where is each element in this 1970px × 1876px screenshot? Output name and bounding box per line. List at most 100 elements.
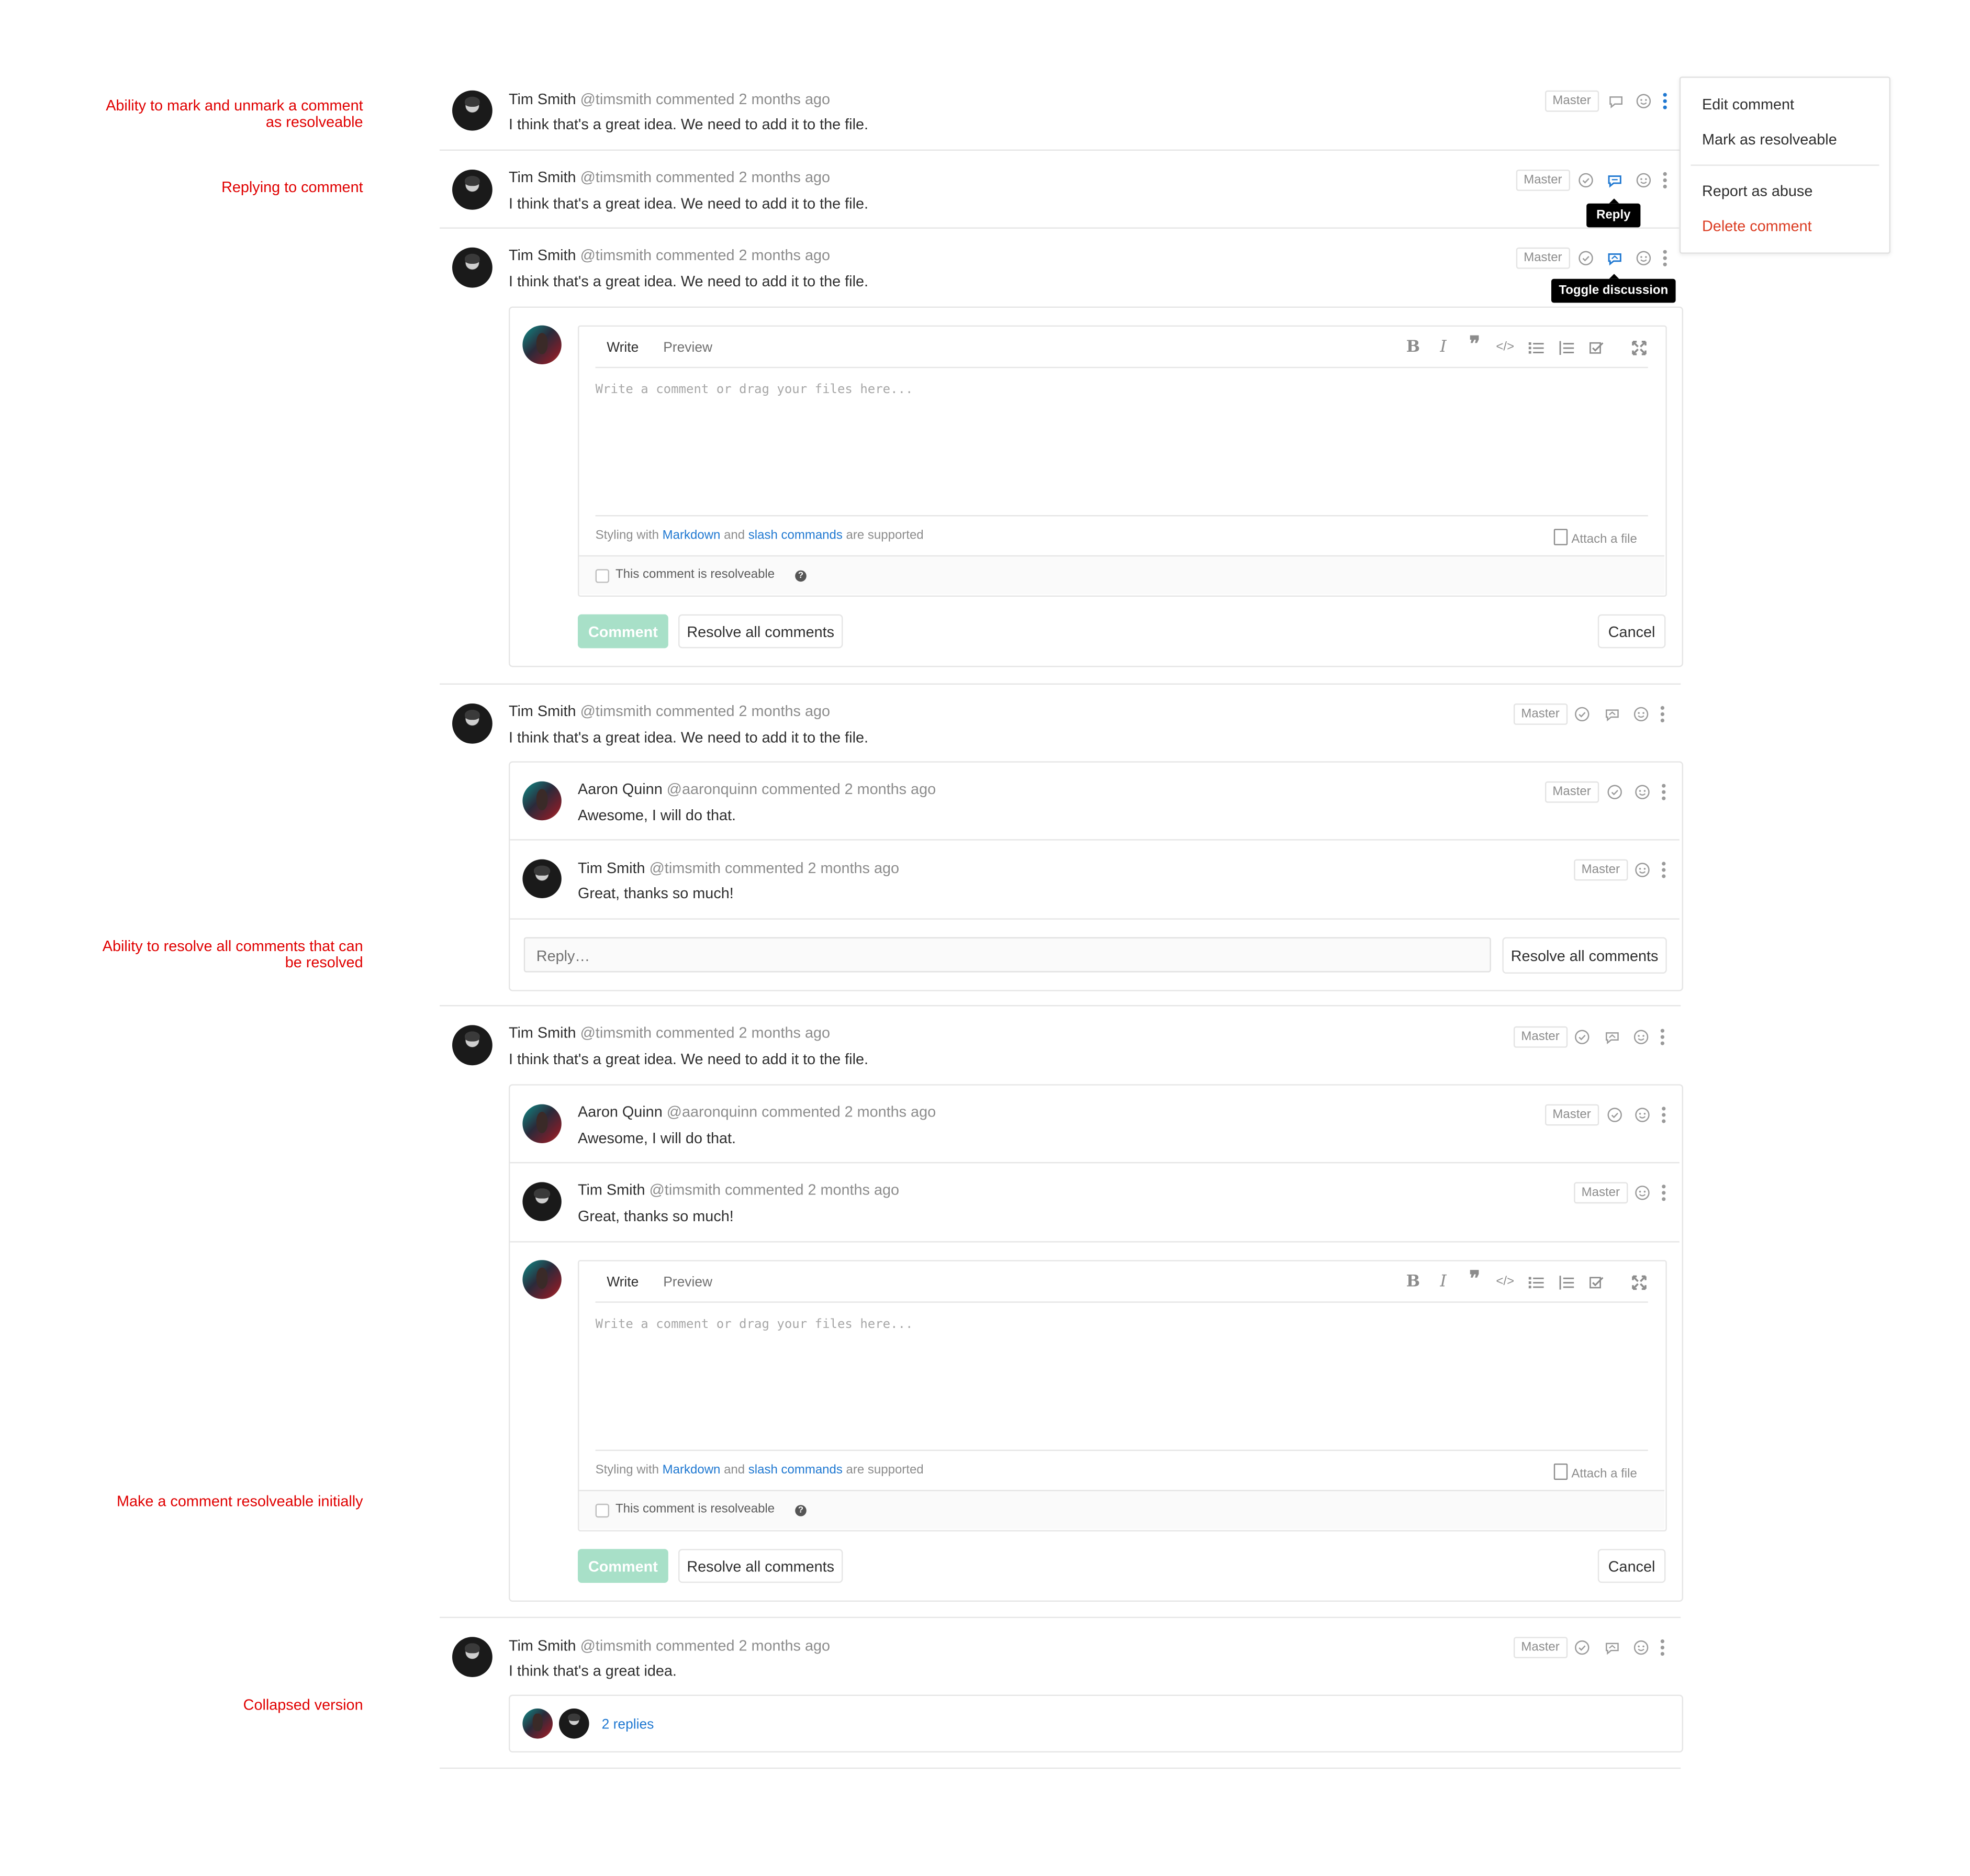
author-name[interactable]: Aaron Quinn bbox=[578, 780, 663, 798]
menu-report-abuse[interactable]: Report as abuse bbox=[1702, 182, 1812, 200]
cancel-button[interactable]: Cancel bbox=[1597, 614, 1666, 649]
slash-commands-link[interactable]: slash commands bbox=[748, 1464, 843, 1477]
toggle-discussion-icon[interactable] bbox=[1604, 706, 1620, 722]
resolve-check-icon[interactable] bbox=[1577, 250, 1594, 266]
more-actions-icon[interactable] bbox=[1662, 250, 1667, 266]
emoji-icon[interactable] bbox=[1636, 172, 1652, 188]
more-actions-icon[interactable] bbox=[1661, 862, 1666, 878]
avatar[interactable] bbox=[452, 1025, 492, 1066]
quote-icon[interactable]: ❞ bbox=[1466, 1269, 1484, 1289]
numbered-list-icon[interactable] bbox=[1558, 339, 1575, 357]
comment-textarea[interactable]: Write a comment or drag your files here.… bbox=[596, 1318, 913, 1332]
author-name[interactable]: Tim Smith bbox=[509, 91, 576, 108]
resolve-all-button[interactable]: Resolve all comments bbox=[678, 1549, 843, 1583]
more-actions-icon[interactable] bbox=[1661, 1185, 1666, 1201]
more-actions-icon[interactable] bbox=[1662, 93, 1667, 109]
more-actions-icon[interactable] bbox=[1659, 706, 1664, 722]
emoji-icon[interactable] bbox=[1636, 250, 1652, 266]
toggle-discussion-icon[interactable] bbox=[1604, 1639, 1620, 1656]
fullscreen-icon[interactable] bbox=[1630, 1274, 1648, 1292]
emoji-icon[interactable] bbox=[1634, 784, 1650, 800]
resolve-check-icon[interactable] bbox=[1574, 1029, 1590, 1045]
resolve-check-icon[interactable] bbox=[1574, 1639, 1590, 1656]
resolve-all-button[interactable]: Resolve all comments bbox=[1502, 937, 1667, 974]
menu-edit-comment[interactable]: Edit comment bbox=[1702, 95, 1794, 113]
author-name[interactable]: Aaron Quinn bbox=[578, 1103, 663, 1121]
tab-preview[interactable]: Preview bbox=[663, 1275, 712, 1291]
author-name[interactable]: Tim Smith bbox=[509, 1024, 576, 1042]
bullet-list-icon[interactable] bbox=[1527, 339, 1545, 357]
avatar[interactable] bbox=[522, 1260, 562, 1299]
emoji-icon[interactable] bbox=[1636, 93, 1652, 109]
resolveable-checkbox[interactable] bbox=[595, 1503, 609, 1518]
more-actions-icon[interactable] bbox=[1661, 784, 1666, 800]
avatar[interactable] bbox=[452, 704, 492, 744]
collapsed-replies[interactable] bbox=[509, 1694, 1684, 1753]
tab-write[interactable]: Write bbox=[607, 340, 639, 356]
resolve-check-icon[interactable] bbox=[1574, 706, 1590, 722]
emoji-icon[interactable] bbox=[1634, 1185, 1650, 1201]
avatar[interactable] bbox=[452, 90, 492, 131]
toggle-discussion-icon[interactable] bbox=[1604, 1029, 1620, 1045]
emoji-icon[interactable] bbox=[1634, 1107, 1650, 1123]
task-list-icon[interactable] bbox=[1588, 339, 1606, 357]
quote-icon[interactable]: ❞ bbox=[1466, 335, 1484, 355]
resolveable-checkbox[interactable] bbox=[595, 569, 609, 583]
italic-icon[interactable]: I bbox=[1435, 1273, 1452, 1292]
more-actions-icon[interactable] bbox=[1659, 1639, 1664, 1656]
author-name[interactable]: Tim Smith bbox=[578, 859, 645, 877]
author-name[interactable]: Tim Smith bbox=[509, 1637, 576, 1655]
author-name[interactable]: Tim Smith bbox=[578, 1181, 645, 1199]
comment-textarea[interactable]: Write a comment or drag your files here.… bbox=[596, 383, 913, 397]
comment-button[interactable]: Comment bbox=[578, 1549, 668, 1583]
code-icon[interactable]: </> bbox=[1496, 1274, 1514, 1292]
emoji-icon[interactable] bbox=[1633, 1639, 1649, 1656]
avatar[interactable] bbox=[452, 170, 492, 210]
fullscreen-icon[interactable] bbox=[1630, 339, 1648, 357]
help-icon[interactable]: ? bbox=[795, 570, 807, 582]
avatar[interactable] bbox=[452, 247, 492, 288]
avatar[interactable] bbox=[452, 1637, 492, 1678]
help-icon[interactable]: ? bbox=[795, 1505, 807, 1516]
toggle-discussion-icon[interactable] bbox=[1607, 250, 1623, 266]
reply-icon[interactable] bbox=[1608, 93, 1624, 109]
bullet-list-icon[interactable] bbox=[1527, 1274, 1545, 1292]
emoji-icon[interactable] bbox=[1633, 1029, 1649, 1045]
author-name[interactable]: Tim Smith bbox=[509, 169, 576, 186]
cancel-button[interactable]: Cancel bbox=[1597, 1549, 1666, 1583]
emoji-icon[interactable] bbox=[1634, 862, 1650, 878]
avatar[interactable] bbox=[522, 1104, 562, 1143]
more-actions-icon[interactable] bbox=[1659, 1029, 1664, 1045]
avatar[interactable] bbox=[522, 781, 562, 821]
attach-file-button[interactable]: Attach a file bbox=[1553, 529, 1637, 546]
task-list-icon[interactable] bbox=[1588, 1274, 1606, 1292]
reply-icon[interactable] bbox=[1607, 172, 1623, 188]
slash-commands-link[interactable]: slash commands bbox=[748, 529, 843, 542]
menu-delete-comment[interactable]: Delete comment bbox=[1702, 217, 1812, 235]
resolve-check-icon[interactable] bbox=[1607, 1107, 1623, 1123]
avatar[interactable] bbox=[522, 325, 562, 364]
reply-input[interactable]: Reply… bbox=[523, 937, 1491, 973]
markdown-link[interactable]: Markdown bbox=[663, 529, 721, 542]
tab-write[interactable]: Write bbox=[607, 1275, 639, 1291]
resolve-all-button[interactable]: Resolve all comments bbox=[678, 614, 843, 649]
more-actions-icon[interactable] bbox=[1661, 1107, 1666, 1123]
comment-button[interactable]: Comment bbox=[578, 614, 668, 649]
menu-mark-resolveable[interactable]: Mark as resolveable bbox=[1702, 131, 1837, 149]
author-name[interactable]: Tim Smith bbox=[509, 246, 576, 264]
attach-file-button[interactable]: Attach a file bbox=[1553, 1464, 1637, 1481]
author-name[interactable]: Tim Smith bbox=[509, 702, 576, 720]
code-icon[interactable]: </> bbox=[1496, 339, 1514, 357]
numbered-list-icon[interactable] bbox=[1558, 1274, 1575, 1292]
emoji-icon[interactable] bbox=[1633, 706, 1649, 722]
more-actions-icon[interactable] bbox=[1662, 172, 1667, 188]
avatar[interactable] bbox=[522, 1182, 562, 1221]
avatar[interactable] bbox=[522, 859, 562, 899]
italic-icon[interactable]: I bbox=[1435, 339, 1452, 357]
markdown-link[interactable]: Markdown bbox=[663, 1464, 721, 1477]
bold-icon[interactable]: B bbox=[1404, 339, 1422, 357]
replies-count-link[interactable]: 2 replies bbox=[602, 1716, 654, 1734]
tab-preview[interactable]: Preview bbox=[663, 340, 712, 356]
resolve-check-icon[interactable] bbox=[1577, 172, 1594, 188]
resolve-check-icon[interactable] bbox=[1607, 784, 1623, 800]
